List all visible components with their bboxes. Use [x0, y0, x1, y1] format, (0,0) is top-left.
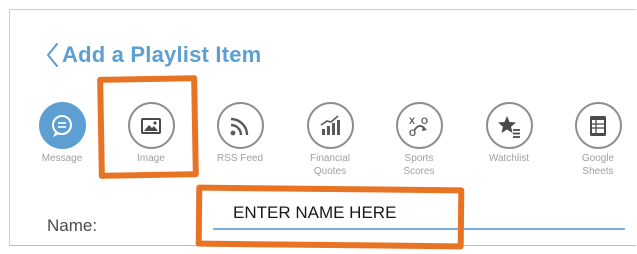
item-rss-feed[interactable]: RSS Feed — [202, 102, 278, 165]
svg-text:X: X — [409, 116, 415, 126]
item-image[interactable]: Image — [113, 102, 189, 165]
item-circle — [574, 102, 622, 149]
page: Add a Playlist Item Message Image RSS Fe… — [0, 0, 637, 254]
spreadsheet-icon — [590, 115, 606, 136]
item-circle — [306, 102, 354, 149]
item-label: Watchlist — [488, 153, 530, 164]
message-bubble-icon — [52, 114, 72, 137]
item-label: Message — [41, 153, 83, 164]
item-financial-quotes[interactable]: Financial Quotes — [292, 102, 368, 178]
back-button[interactable]: Add a Playlist Item — [45, 40, 261, 70]
item-label: Sports Scores — [403, 153, 435, 177]
item-message[interactable]: Message — [24, 102, 100, 165]
bar-chart-icon — [320, 114, 340, 135]
item-circle — [127, 102, 175, 149]
item-circle — [216, 102, 264, 149]
item-label: RSS Feed — [216, 153, 264, 164]
star-list-icon — [498, 115, 520, 138]
item-circle: X O O — [395, 102, 443, 149]
page-title: Add a Playlist Item — [62, 42, 262, 67]
item-label: Financial Quotes — [309, 153, 351, 177]
item-circle — [485, 102, 533, 149]
item-label: Image — [137, 153, 165, 164]
chevron-left-icon — [47, 43, 58, 67]
svg-text:O: O — [421, 116, 428, 126]
item-label: Google Sheets — [581, 153, 615, 177]
image-icon — [141, 117, 161, 134]
name-input[interactable] — [213, 198, 625, 230]
rss-icon — [230, 117, 249, 135]
item-google-sheets[interactable]: Google Sheets — [560, 102, 636, 178]
item-sports-scores[interactable]: X O O Sports Scores — [381, 102, 457, 178]
item-watchlist[interactable]: Watchlist — [471, 102, 547, 165]
name-label: Name: — [47, 216, 98, 235]
item-circle — [38, 102, 86, 149]
sports-play-icon: X O O — [409, 116, 428, 138]
